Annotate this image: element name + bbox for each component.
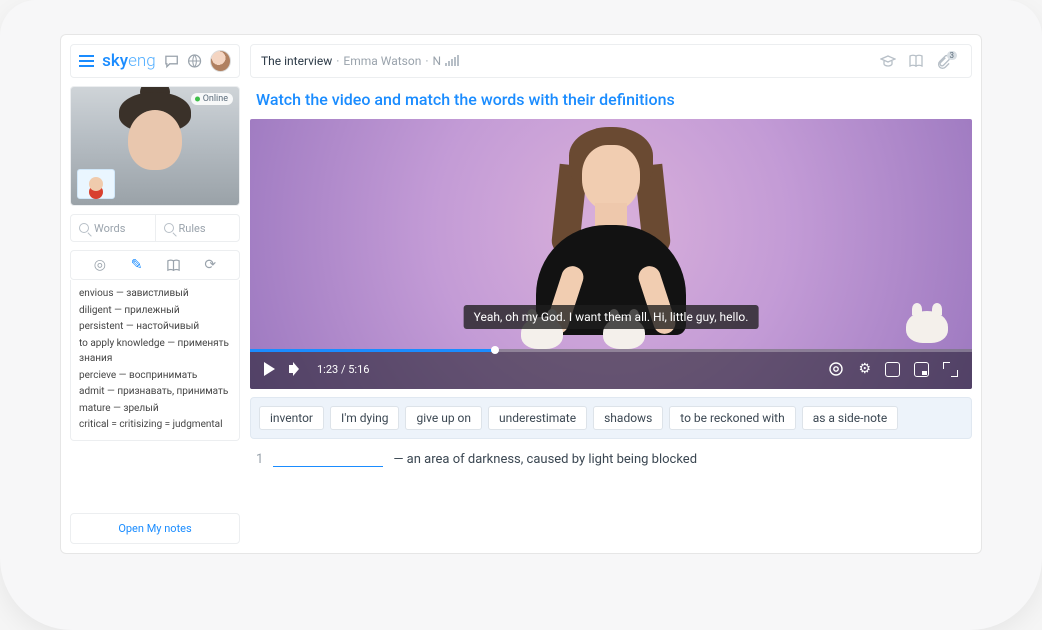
vocab-list: envious — завистливый diligent — прилежн… (70, 280, 240, 441)
vocab-toolbar: ◎ ✎ ⟳ (70, 250, 240, 280)
video-time: 1:23 / 5:16 (317, 363, 369, 376)
word-chip[interactable]: shadows (593, 406, 663, 430)
vocab-item[interactable]: envious — завистливый (79, 286, 231, 302)
word-chip[interactable]: inventor (259, 406, 324, 430)
word-chip[interactable]: underestimate (488, 406, 587, 430)
lesson-header: The interview · Emma Watson · N 3 (250, 44, 972, 78)
pip-icon[interactable] (914, 362, 929, 377)
drop-target[interactable] (273, 451, 383, 467)
user-avatar[interactable] (210, 50, 231, 72)
search-icon (79, 223, 89, 233)
word-chip[interactable]: give up on (405, 406, 482, 430)
vocab-item[interactable]: persistent — настойчивый (79, 319, 231, 335)
word-chip[interactable]: to be reckoned with (669, 406, 795, 430)
brand-strong: sky (102, 51, 128, 71)
highlighter-icon[interactable]: ✎ (129, 257, 145, 273)
tab-words[interactable]: Words (70, 214, 155, 242)
sidebar-topbar: skyeng (70, 44, 240, 78)
tab-rules[interactable]: Rules (155, 214, 241, 242)
video-progress-bar[interactable] (250, 349, 972, 352)
lesson-title: The interview (261, 54, 332, 68)
match-number: 1 (256, 452, 263, 467)
sidebar: skyeng Online Words Rules ◎ ✎ ⟳ (70, 44, 240, 544)
match-row: 1 — an area of darkness, caused by light… (250, 447, 972, 471)
word-chip[interactable]: I'm dying (330, 406, 399, 430)
word-bank: inventor I'm dying give up on underestim… (250, 397, 972, 439)
loop-icon[interactable] (828, 361, 844, 377)
match-definition: — an area of darkness, caused by light b… (393, 452, 697, 467)
vocab-item[interactable]: critical = critisizing = judgmental (79, 417, 231, 433)
video-call-panel[interactable]: Online (70, 86, 240, 206)
main-content: The interview · Emma Watson · N 3 Watch … (250, 44, 972, 544)
video-controls: 1:23 / 5:16 (250, 349, 972, 389)
book-icon[interactable] (165, 257, 181, 273)
tab-rules-label: Rules (179, 222, 206, 235)
globe-icon[interactable] (187, 53, 202, 69)
signal-icon (445, 56, 459, 66)
play-button[interactable] (264, 362, 275, 376)
online-status-badge: Online (191, 93, 233, 105)
vocab-item[interactable]: admit — признавать, принимать (79, 384, 231, 400)
refresh-icon[interactable]: ⟳ (202, 257, 218, 273)
search-icon (164, 223, 174, 233)
brand-logo[interactable]: skyeng (102, 51, 156, 71)
tutor-video (128, 110, 182, 170)
vocab-item[interactable]: mature — зрелый (79, 401, 231, 417)
attachment-count: 3 (947, 51, 958, 60)
brand-thin: eng (128, 51, 156, 71)
chat-icon[interactable] (164, 53, 179, 69)
fullscreen-icon[interactable] (943, 362, 958, 377)
vocab-item[interactable]: to apply knowledge — применять знания (79, 336, 231, 367)
attachment-icon[interactable]: 3 (936, 54, 962, 69)
vocab-item[interactable]: percieve — воспринимать (79, 368, 231, 384)
self-video-thumbnail[interactable] (77, 169, 115, 199)
app-screen: skyeng Online Words Rules ◎ ✎ ⟳ (60, 34, 982, 554)
lesson-level: N (432, 54, 441, 68)
settings-icon[interactable] (858, 362, 871, 376)
laptop-frame: skyeng Online Words Rules ◎ ✎ ⟳ (0, 0, 1042, 630)
volume-icon[interactable] (289, 362, 303, 376)
video-caption: Yeah, oh my God. I want them all. Hi, li… (464, 305, 759, 329)
vocab-tabs: Words Rules (70, 214, 240, 242)
kitten-illustration (906, 311, 948, 343)
task-title: Watch the video and match the words with… (250, 86, 972, 111)
vocab-item[interactable]: diligent — прилежный (79, 303, 231, 319)
menu-icon[interactable] (79, 55, 94, 67)
video-player[interactable]: Yeah, oh my God. I want them all. Hi, li… (250, 119, 972, 389)
book-open-icon[interactable] (908, 53, 924, 69)
lesson-subtitle: Emma Watson (343, 54, 421, 68)
graduation-icon[interactable] (880, 53, 896, 69)
tab-words-label: Words (94, 222, 125, 235)
target-icon[interactable]: ◎ (92, 257, 108, 273)
caption-icon[interactable] (885, 362, 900, 377)
open-notes-button[interactable]: Open My notes (70, 513, 240, 544)
word-chip[interactable]: as a side-note (802, 406, 899, 430)
